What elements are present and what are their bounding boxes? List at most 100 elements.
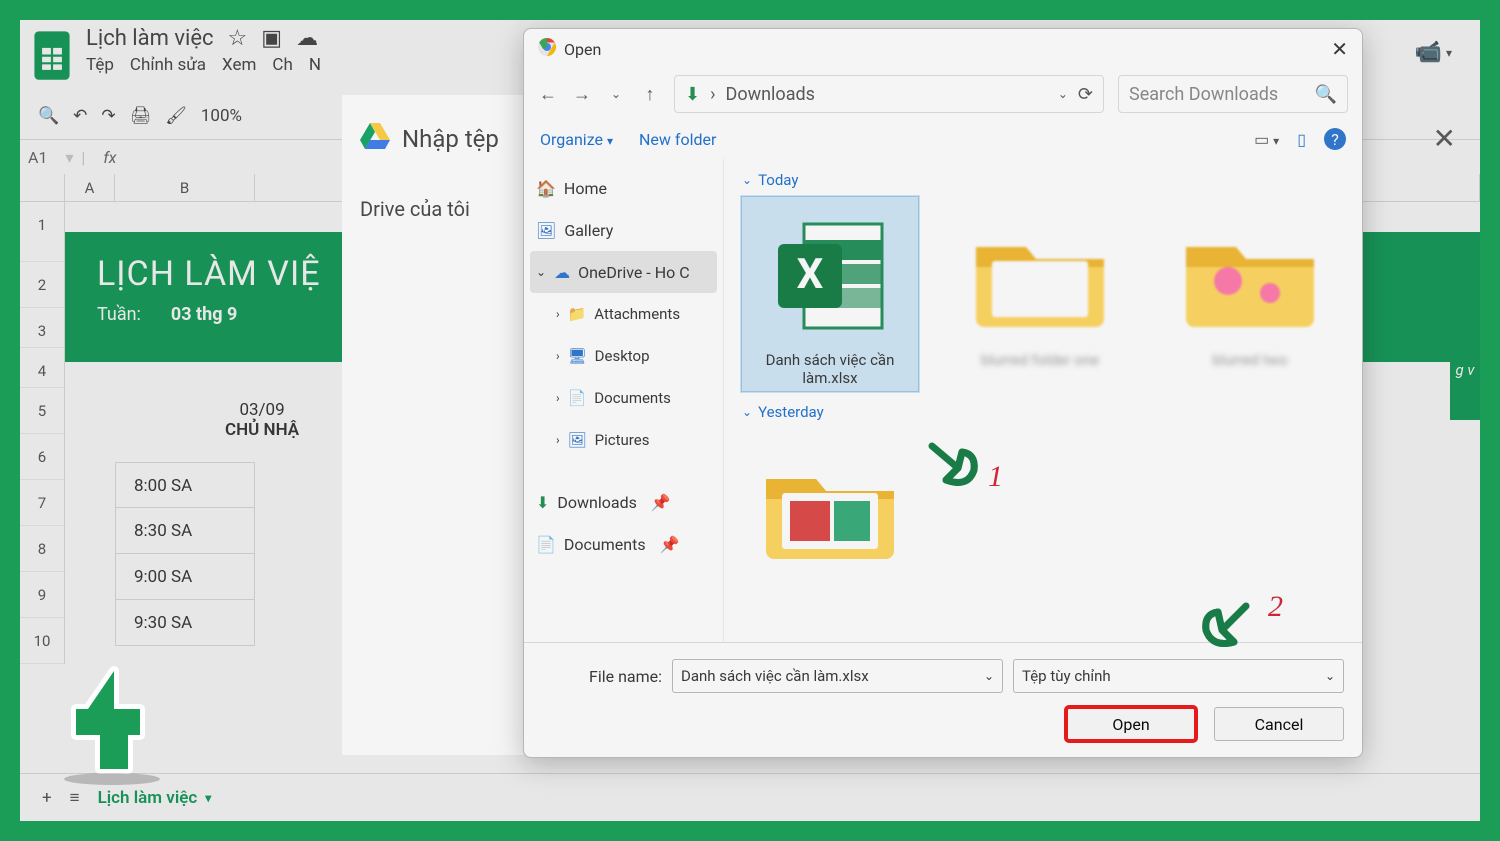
nav-back-icon[interactable]: ← <box>538 84 558 105</box>
step-number-badge <box>44 657 174 787</box>
menu-bar: Tệp Chỉnh sửa Xem Ch N <box>86 53 321 75</box>
help-icon[interactable]: ? <box>1324 128 1346 150</box>
tree-gallery[interactable]: 🖼Gallery <box>530 209 717 251</box>
annotation-number-1: 1 <box>988 460 1003 494</box>
menu-more2[interactable]: N <box>309 55 321 75</box>
document-icon: 📄 <box>568 389 587 407</box>
breadcrumb-downloads[interactable]: Downloads <box>726 84 815 105</box>
row-header[interactable]: 9 <box>20 572 65 618</box>
time-slot[interactable]: 9:30 SA <box>115 600 255 646</box>
search-icon: 🔍 <box>1315 84 1337 105</box>
view-mode-icon[interactable]: ▭ ▾ <box>1254 130 1279 149</box>
search-input[interactable]: Search Downloads 🔍 <box>1118 75 1348 113</box>
organize-menu[interactable]: Organize ▾ <box>540 130 613 149</box>
menu-edit[interactable]: Chỉnh sửa <box>130 55 206 75</box>
tree-pictures[interactable]: ›🖼Pictures <box>530 419 717 461</box>
row-header[interactable]: 5 <box>20 388 65 434</box>
file-item[interactable]: blurred folder one <box>950 195 1130 393</box>
file-item[interactable]: blurred two <box>1160 195 1340 393</box>
sheet-tabs-bar: + ≡ Lịch làm việc▾ <box>20 773 1480 821</box>
download-icon: ⬇ <box>536 493 549 512</box>
tree-attachments[interactable]: ›📁Attachments <box>530 293 717 335</box>
file-open-dialog: Open ✕ ← → ⌄ ↑ ⬇ › Downloads ⌄ ⟳ Search … <box>523 28 1363 758</box>
menu-view[interactable]: Xem <box>222 55 256 75</box>
onedrive-icon: ☁ <box>554 263 570 282</box>
paint-icon[interactable]: 🖌 <box>165 106 187 126</box>
chrome-icon <box>538 38 556 60</box>
nav-recent-icon[interactable]: ⌄ <box>606 87 626 101</box>
row-header[interactable]: 6 <box>20 434 65 480</box>
menu-file[interactable]: Tệp <box>86 55 114 75</box>
col-header-A[interactable]: A <box>65 174 115 202</box>
row-header[interactable]: 3 <box>20 308 65 348</box>
preview-pane-icon[interactable]: ▯ <box>1297 130 1306 149</box>
document-icon: 📄 <box>536 535 556 554</box>
file-item[interactable] <box>740 427 920 589</box>
annotation-number-2: 2 <box>1268 590 1283 624</box>
svg-text:X: X <box>797 250 824 299</box>
print-icon[interactable]: 🖨 <box>130 106 152 126</box>
pictures-icon: 🖼 <box>568 431 587 449</box>
drive-import-panel: Nhập tệp Drive của tôi <box>342 95 532 755</box>
group-today[interactable]: ⌄Today <box>742 171 1346 189</box>
redo-icon[interactable]: ↷ <box>101 106 115 126</box>
time-slot[interactable]: 9:00 SA <box>115 554 255 600</box>
star-icon[interactable]: ☆ <box>228 26 248 51</box>
nav-up-icon[interactable]: ↑ <box>640 84 660 105</box>
cancel-button[interactable]: Cancel <box>1214 707 1344 741</box>
filename-label: File name: <box>542 667 662 686</box>
new-folder-button[interactable]: New folder <box>639 130 716 149</box>
tree-downloads[interactable]: ⬇Downloads📌 <box>530 481 717 523</box>
banner-week-label: Tuần: <box>97 304 141 325</box>
gallery-icon: 🖼 <box>536 221 556 240</box>
tree-onedrive[interactable]: ⌄☁OneDrive - Ho C <box>530 251 717 293</box>
tree-home[interactable]: 🏠Home <box>530 167 717 209</box>
search-icon[interactable]: 🔍 <box>38 106 59 126</box>
name-box[interactable]: A1 <box>28 148 47 167</box>
row-header[interactable]: 8 <box>20 526 65 572</box>
zoom-level[interactable]: 100% <box>201 106 242 126</box>
row-header[interactable]: 7 <box>20 480 65 526</box>
move-icon[interactable]: ▣ <box>261 26 282 51</box>
cloud-icon[interactable]: ☁ <box>296 26 318 51</box>
file-list: ⌄Today X Danh sách việc cần làm.xlsx blu… <box>724 159 1362 642</box>
filetype-select[interactable]: Tệp tùy chỉnh⌄ <box>1013 659 1344 693</box>
time-slot[interactable]: 8:00 SA <box>115 462 255 508</box>
calendar-date: 03/09 <box>225 400 299 420</box>
col-header-B[interactable]: B <box>115 174 255 202</box>
tree-documents2[interactable]: 📄Documents📌 <box>530 523 717 565</box>
file-name-label: Danh sách việc cần làm.xlsx <box>746 351 914 387</box>
dialog-title: Open <box>564 40 601 59</box>
tree-documents[interactable]: ›📄Documents <box>530 377 717 419</box>
group-yesterday[interactable]: ⌄Yesterday <box>742 403 1346 421</box>
row-header[interactable]: 2 <box>20 262 65 308</box>
tree-desktop[interactable]: ›🖥Desktop <box>530 335 717 377</box>
close-panel-icon[interactable]: ✕ <box>1433 122 1456 155</box>
refresh-icon[interactable]: ⟳ <box>1078 84 1093 105</box>
nav-forward-icon[interactable]: → <box>572 84 592 105</box>
calendar-day: CHỦ NHẬ <box>225 420 299 440</box>
row-header[interactable]: 4 <box>20 348 65 388</box>
add-sheet-icon[interactable]: + <box>42 788 52 808</box>
undo-icon[interactable]: ↶ <box>73 106 87 126</box>
time-slot[interactable]: 8:30 SA <box>115 508 255 554</box>
filename-input[interactable]: Danh sách việc cần làm.xlsx⌄ <box>672 659 1003 693</box>
file-item-selected[interactable]: X Danh sách việc cần làm.xlsx <box>740 195 920 393</box>
open-button[interactable]: Open <box>1066 707 1196 741</box>
address-bar[interactable]: ⬇ › Downloads ⌄ ⟳ <box>674 75 1104 113</box>
folder-tree: 🏠Home 🖼Gallery ⌄☁OneDrive - Ho C ›📁Attac… <box>524 159 724 642</box>
meet-camera-button[interactable]: 📹▾ <box>1415 40 1452 65</box>
row-header[interactable]: 1 <box>20 202 65 262</box>
all-sheets-icon[interactable]: ≡ <box>70 788 80 808</box>
side-tab: g v <box>1450 320 1480 420</box>
menu-more1[interactable]: Ch <box>272 55 292 75</box>
banner-week-value: 03 thg 9 <box>171 304 237 325</box>
sheet-tab-active[interactable]: Lịch làm việc▾ <box>98 788 212 808</box>
dialog-close-icon[interactable]: ✕ <box>1331 37 1348 61</box>
drive-logo-icon <box>360 123 390 155</box>
doc-title[interactable]: Lịch làm việc <box>86 26 214 51</box>
drive-import-title: Nhập tệp <box>402 125 499 153</box>
excel-file-icon: X <box>750 201 910 351</box>
drive-my-drive[interactable]: Drive của tôi <box>360 197 514 221</box>
desktop-icon: 🖥 <box>568 347 587 365</box>
